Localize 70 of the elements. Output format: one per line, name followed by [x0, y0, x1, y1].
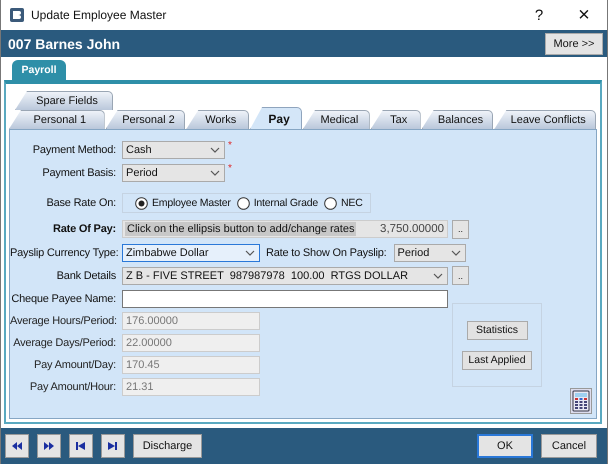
rewind-icon — [11, 441, 23, 451]
caret-icon — [209, 144, 221, 154]
fast-forward-icon — [43, 441, 55, 451]
tab[interactable]: Leave Conflicts — [494, 110, 596, 129]
app-icon — [9, 7, 25, 23]
side-button[interactable]: Last Applied — [462, 350, 532, 370]
tab[interactable]: Personal 2 — [106, 110, 186, 129]
footer-button[interactable]: Cancel — [541, 434, 597, 458]
caret-icon — [450, 248, 462, 258]
ellipsis-button[interactable]: .. — [452, 220, 469, 238]
field-label: Average Hours/Period: — [10, 315, 116, 327]
dropdown[interactable]: Cash — [122, 140, 225, 158]
calculator-icon[interactable] — [570, 388, 592, 414]
footer-button[interactable]: Discharge — [133, 434, 202, 458]
fast-forward-button[interactable] — [37, 434, 61, 458]
option-label[interactable]: Employee Master — [152, 197, 231, 209]
tab[interactable]: Medical — [303, 110, 370, 129]
field-label: Bank Details — [56, 270, 116, 282]
field-label: Base Rate On: — [45, 197, 116, 209]
side-button[interactable]: Statistics — [466, 320, 528, 340]
field-label: Cheque Payee Name: — [10, 292, 116, 304]
tab[interactable]: Pay — [250, 107, 302, 129]
readonly-field: 170.45 — [122, 356, 260, 374]
dropdown[interactable]: Period — [122, 164, 225, 182]
rate-value: 3,750.00000 — [380, 223, 444, 235]
dropdown[interactable]: Zimbabwe Dollar — [122, 244, 260, 262]
skip-forward-icon — [107, 441, 119, 451]
field-label: Payment Method: — [32, 144, 116, 156]
window-title: Update Employee Master — [31, 8, 166, 22]
caret-icon — [209, 168, 221, 178]
readonly-field: 21.31 — [122, 378, 260, 396]
caret-icon — [244, 248, 256, 258]
first-record-button[interactable] — [69, 434, 93, 458]
field-label: Rate to Show On Payslip: — [266, 246, 387, 258]
caret-icon — [432, 270, 444, 280]
radio-button[interactable] — [135, 196, 148, 210]
calculator-drawing — [572, 390, 590, 412]
field-label: Rate Of Pay: — [52, 223, 116, 235]
tab[interactable]: Works — [186, 110, 250, 129]
help-button[interactable]: ? — [517, 0, 561, 30]
hint-text: Click on the ellipsis button to add/change rates — [125, 222, 356, 236]
radio-button[interactable] — [236, 196, 250, 210]
readonly-field: 22.00000 — [122, 334, 260, 352]
tab[interactable]: Balances — [422, 110, 494, 129]
field-label: Payment Basis: — [41, 166, 116, 178]
tab[interactable]: Personal 1 — [9, 110, 105, 129]
readonly-field: 176.00000 — [122, 312, 260, 330]
input-field[interactable] — [122, 290, 448, 308]
option-label[interactable]: Internal Grade — [254, 197, 318, 209]
rewind-button[interactable] — [5, 434, 29, 458]
tab[interactable]: Spare Fields — [15, 91, 113, 110]
field-label: Pay Amount/Day: — [33, 359, 116, 371]
dropdown[interactable]: Period — [394, 244, 466, 262]
dropdown[interactable]: Z B - FIVE STREET 987987978 100.00 RTGS DOLLAR — [122, 266, 448, 284]
footer-button[interactable]: OK — [477, 434, 533, 458]
required-mark: * — [228, 163, 232, 174]
field-label: Average Days/Period: — [12, 337, 116, 349]
last-record-button[interactable] — [101, 434, 125, 458]
employee-name: 007 Barnes John — [8, 36, 120, 52]
option-label[interactable]: NEC — [341, 197, 363, 209]
field-label: Payslip Currency Type: — [10, 246, 116, 258]
ellipsis-button[interactable]: .. — [452, 266, 469, 285]
tab[interactable]: Payroll — [12, 60, 66, 80]
field-label: Pay Amount/Hour: — [28, 381, 116, 393]
skip-back-icon — [75, 441, 87, 451]
more-button[interactable]: More >> — [545, 32, 603, 54]
required-mark: * — [228, 140, 232, 151]
radio-button[interactable] — [324, 196, 338, 210]
tab[interactable]: Tax — [370, 110, 421, 129]
close-button[interactable]: × — [561, 0, 607, 30]
